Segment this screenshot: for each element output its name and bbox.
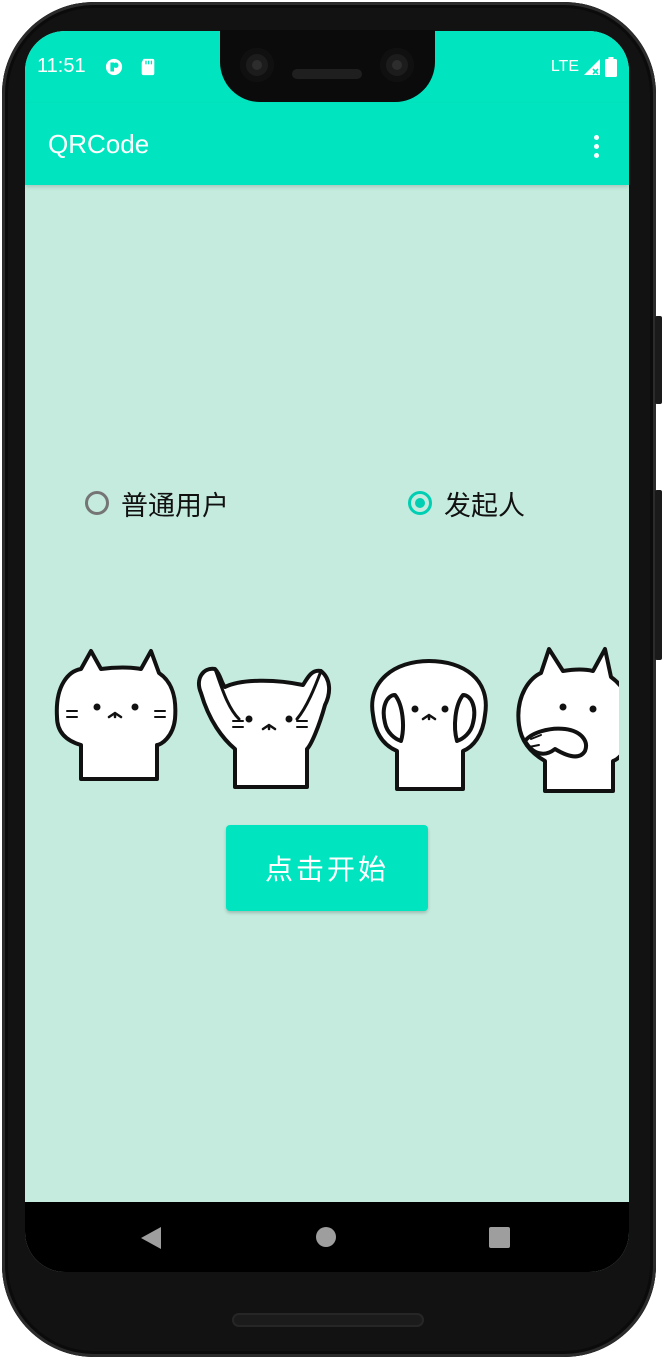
volume-button: [655, 490, 662, 660]
cat-sticker-icon: [54, 649, 178, 781]
app-bar: QRCode: [25, 103, 629, 185]
radio-button-checked[interactable]: [408, 491, 432, 515]
network-type: LTE: [550, 58, 579, 75]
cat-illustration: [54, 647, 619, 793]
back-icon[interactable]: [140, 1226, 162, 1250]
power-button: [655, 316, 662, 404]
status-right-group: LTE: [551, 55, 617, 79]
sd-card-icon: [141, 58, 155, 76]
earpiece-speaker: [292, 69, 362, 79]
signal-icon: [584, 59, 600, 75]
status-time: 11:51: [37, 55, 86, 77]
app-screen: 11:51 LTE QRCode 普通用户 发起人 点击开始: [25, 31, 629, 1272]
radio-label: 发起人: [444, 490, 525, 522]
radio-label: 普通用户: [121, 490, 229, 522]
cat-sticker-icon: [196, 666, 332, 789]
radio-button-unchecked[interactable]: [85, 491, 109, 515]
navigation-bar: [25, 1202, 629, 1272]
start-button[interactable]: 点击开始: [226, 825, 428, 911]
recents-icon[interactable]: [489, 1227, 510, 1248]
front-camera-icon: [380, 48, 414, 82]
cat-sticker-icon: [516, 647, 619, 793]
front-camera-icon: [240, 48, 274, 82]
bottom-speaker: [232, 1313, 424, 1327]
cat-sticker-icon: [370, 659, 488, 791]
battery-icon: [605, 57, 617, 77]
radio-option-initiator[interactable]: 发起人: [408, 483, 525, 523]
app-notification-icon: [105, 58, 123, 76]
overflow-menu-icon[interactable]: [581, 131, 611, 161]
home-icon[interactable]: [316, 1227, 336, 1247]
app-title: QRCode: [48, 129, 150, 159]
radio-option-regular-user[interactable]: 普通用户: [85, 483, 229, 523]
